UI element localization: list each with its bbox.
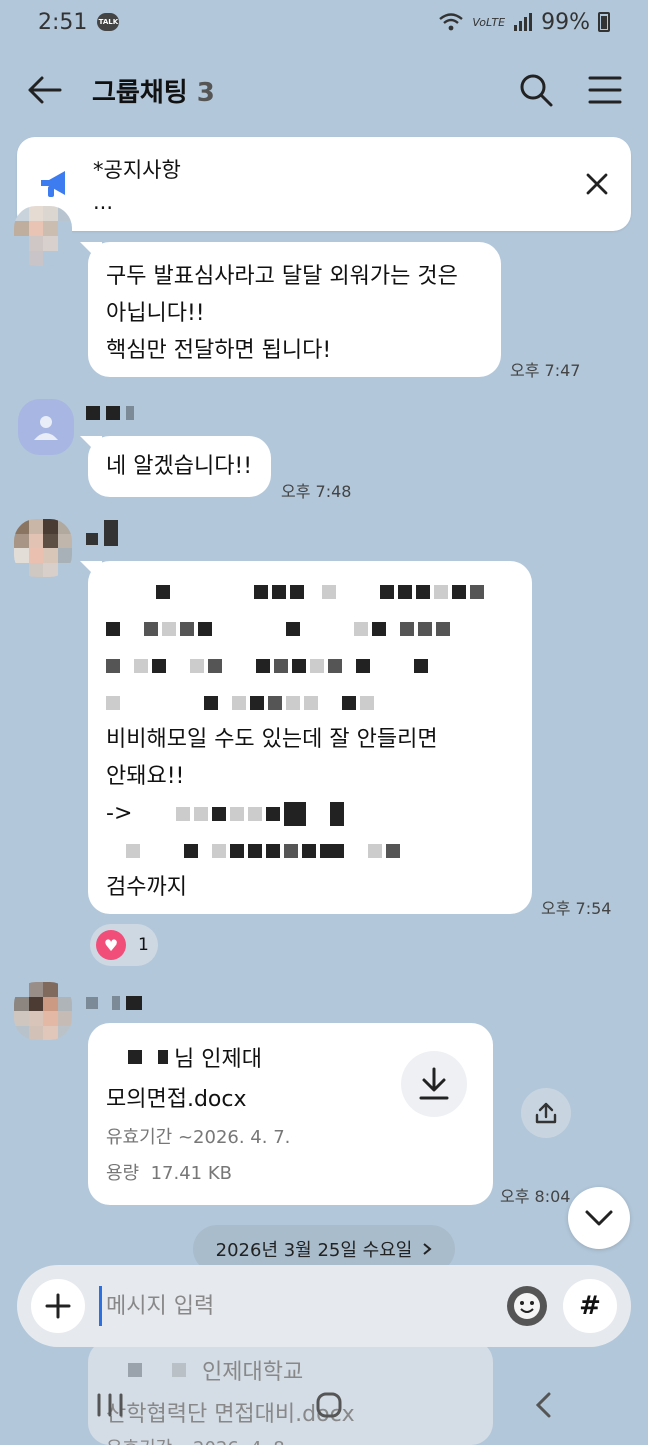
message-line: 비비해모일 수도 있는데 잘 안들리면 bbox=[106, 727, 438, 752]
message-time: 오후 7:48 bbox=[281, 482, 352, 501]
download-icon bbox=[419, 1067, 449, 1100]
sender-name bbox=[86, 996, 142, 1010]
message-line: 아닙니다!! bbox=[106, 301, 205, 326]
file-size-value: 17.41 KB bbox=[150, 1163, 232, 1184]
file-size-label: 용량 bbox=[106, 1163, 140, 1184]
redacted-line bbox=[106, 684, 514, 721]
heart-icon: ♥ bbox=[96, 930, 126, 960]
hash-icon: # bbox=[579, 1291, 601, 1321]
file-size: 용량 17.41 KB bbox=[106, 1159, 475, 1185]
notice-title: *공지사항 bbox=[93, 158, 181, 182]
reaction-count: 1 bbox=[138, 935, 149, 955]
download-button[interactable] bbox=[401, 1051, 467, 1117]
battery-icon bbox=[598, 12, 610, 32]
message-line: 핵심만 전달하면 됩니다! bbox=[106, 338, 332, 363]
avatar[interactable] bbox=[14, 982, 72, 1040]
hashtag-button[interactable]: # bbox=[563, 1279, 617, 1333]
clock: 2:51 bbox=[38, 9, 88, 35]
add-button[interactable] bbox=[31, 1279, 85, 1333]
avatar[interactable] bbox=[14, 519, 72, 577]
chat-title: 그룹채팅 3 bbox=[92, 72, 215, 109]
message-line: 안돼요!! bbox=[106, 764, 185, 789]
battery-percent: 99% bbox=[541, 9, 590, 35]
message-input-bar: # bbox=[17, 1265, 631, 1347]
scroll-to-bottom-button[interactable] bbox=[568, 1187, 630, 1249]
system-nav-bar bbox=[0, 1375, 648, 1435]
reaction-badge[interactable]: ♥ 1 bbox=[90, 924, 158, 966]
file-expiry: 유효기간 ~2026. 4. 7. bbox=[106, 1127, 291, 1148]
plus-icon bbox=[45, 1293, 71, 1319]
volte-label: VoLTE bbox=[472, 15, 506, 29]
file-message[interactable]: 님 인제대 모의면접.docx 유효기간 ~2026. 4. 7. 용량 17.… bbox=[88, 1023, 493, 1205]
sender-name bbox=[86, 406, 134, 420]
redacted-line bbox=[106, 832, 514, 869]
message-line: -> bbox=[106, 801, 133, 826]
date-text: 2026년 3월 25일 수요일 bbox=[215, 1240, 413, 1261]
emoji-icon bbox=[514, 1293, 540, 1319]
person-icon bbox=[34, 416, 58, 440]
chevron-right-icon bbox=[423, 1243, 432, 1255]
message-line: 검수까지 bbox=[106, 875, 187, 900]
message-input[interactable] bbox=[99, 1286, 507, 1326]
message-bubble[interactable]: 구두 발표심사라고 달달 외워가는 것은 아닙니다!! 핵심만 전달하면 됩니다… bbox=[88, 242, 501, 377]
ghost-line: 유효기간 ~2026. 4. 8. bbox=[106, 1434, 475, 1445]
redacted-line bbox=[106, 647, 514, 684]
redacted-line bbox=[106, 610, 514, 647]
message-time: 오후 7:47 bbox=[510, 361, 581, 380]
share-icon bbox=[535, 1102, 557, 1124]
wifi-icon bbox=[439, 13, 464, 31]
message-bubble[interactable]: 네 알겠습니다!! bbox=[88, 436, 271, 497]
home-icon[interactable] bbox=[315, 1391, 343, 1419]
recent-apps-icon[interactable] bbox=[96, 1393, 124, 1417]
message-time: 오후 7:54 bbox=[541, 899, 612, 918]
menu-icon[interactable] bbox=[588, 75, 622, 105]
search-icon[interactable] bbox=[518, 72, 554, 108]
status-bar: 2:51 TALK VoLTE 99% bbox=[0, 0, 648, 44]
status-icons: VoLTE 99% bbox=[438, 10, 610, 35]
close-icon[interactable] bbox=[585, 172, 609, 196]
message-line: 구두 발표심사라고 달달 외워가는 것은 bbox=[106, 264, 458, 289]
talk-notification-icon: TALK bbox=[97, 13, 120, 31]
notice-body: ... bbox=[93, 190, 114, 214]
signal-icon bbox=[514, 13, 533, 31]
megaphone-icon bbox=[41, 171, 65, 197]
back-icon[interactable] bbox=[534, 1391, 552, 1419]
emoji-button[interactable] bbox=[507, 1286, 547, 1326]
redacted-line bbox=[156, 573, 514, 610]
notice-banner[interactable]: *공지사항 ... bbox=[17, 137, 631, 231]
share-button[interactable] bbox=[521, 1088, 571, 1138]
sender-name bbox=[86, 520, 118, 546]
chat-header: 그룹채팅 3 bbox=[0, 50, 648, 130]
message-text: 네 알겠습니다!! bbox=[106, 454, 253, 479]
member-count: 3 bbox=[196, 77, 215, 108]
message-time: 오후 8:04 bbox=[500, 1187, 571, 1206]
avatar[interactable] bbox=[18, 399, 74, 455]
file-name-part: 님 인제대 bbox=[174, 1047, 262, 1072]
back-arrow-icon[interactable] bbox=[26, 75, 62, 105]
chat-title-text: 그룹채팅 bbox=[92, 77, 188, 108]
avatar[interactable] bbox=[14, 206, 72, 266]
chevron-down-icon bbox=[585, 1210, 613, 1226]
message-bubble[interactable]: 비비해모일 수도 있는데 잘 안들리면 안돼요!! -> 검수까지 bbox=[88, 561, 532, 914]
